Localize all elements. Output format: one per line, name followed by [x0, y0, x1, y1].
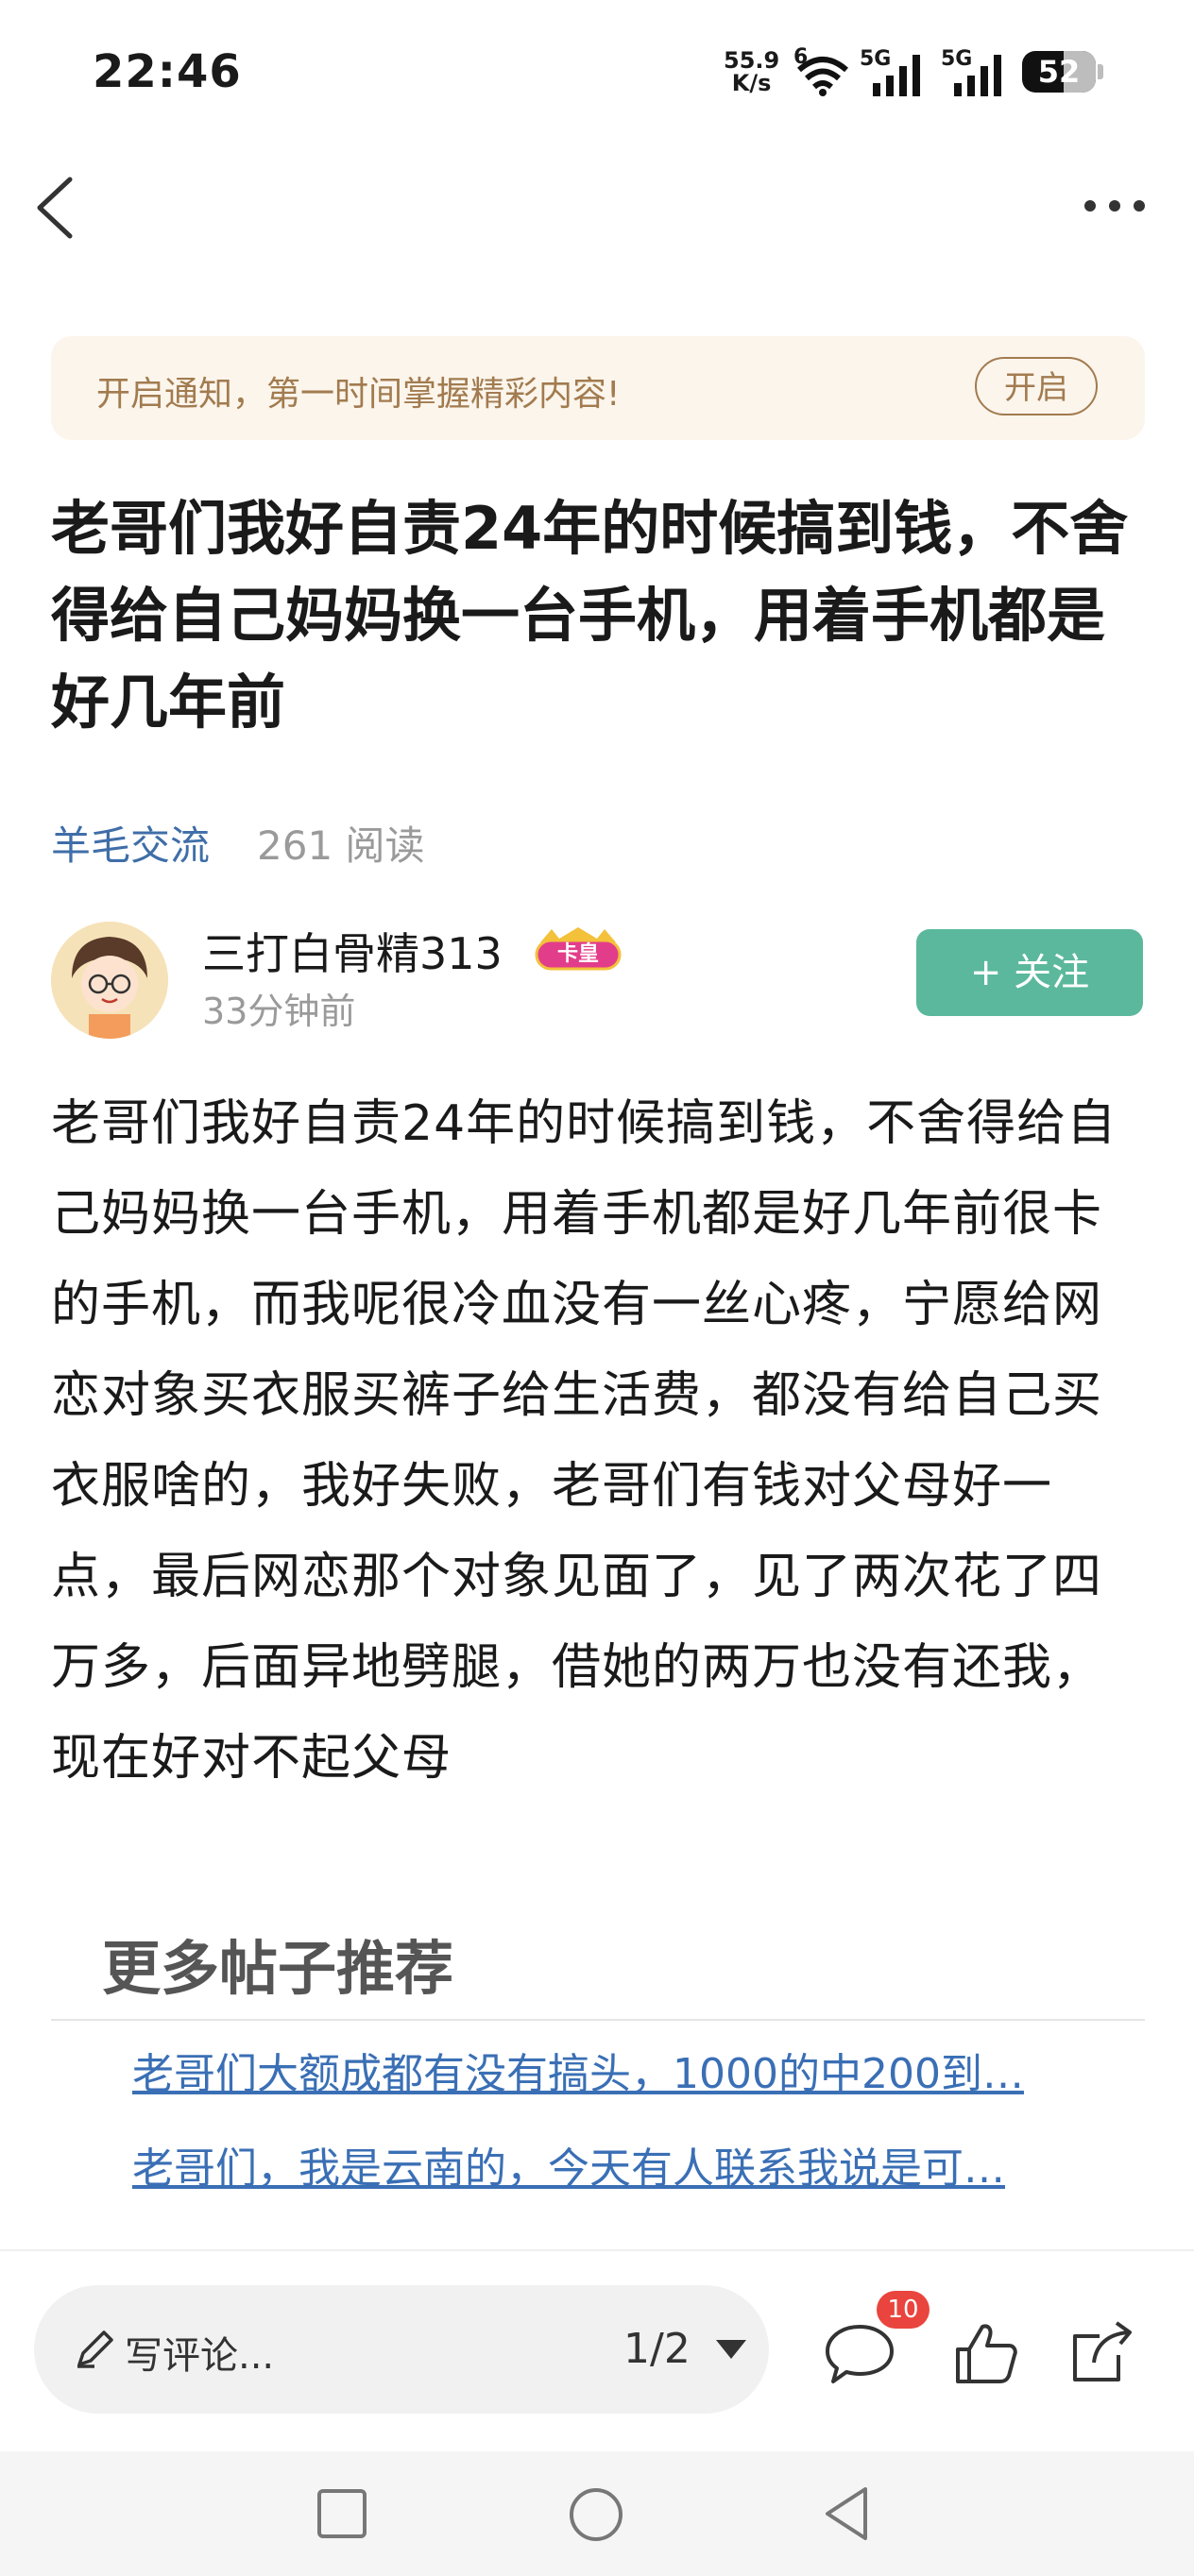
page-indicator[interactable]: 1/2 — [623, 2325, 691, 2373]
signal2-icon — [954, 55, 1001, 96]
post-time: 33分钟前 — [202, 991, 356, 1032]
back-arrow-icon[interactable] — [28, 170, 85, 246]
battery-tip — [1098, 64, 1103, 79]
like-icon[interactable] — [947, 2313, 1026, 2393]
post-body: 老哥们我好自责24年的时候搞到钱，不舍得给自己妈妈换一台手机，用着手机都是好几年… — [51, 1095, 1117, 1787]
recommended-post-link[interactable]: 老哥们，我是云南的，今天有人联系我说是可… — [132, 2134, 1096, 2195]
category-link[interactable]: 羊毛交流 — [51, 814, 210, 872]
more-options-icon[interactable] — [1077, 187, 1152, 225]
post-title: 老哥们我好自责24年的时候搞到钱，不舍得给自己妈妈换一台手机，用着手机都是好几年… — [51, 494, 1129, 737]
follow-button[interactable]: + 关注 — [916, 929, 1143, 1016]
comment-placeholder: 写评论... — [125, 2334, 275, 2378]
network-speed-unit: K/s — [731, 70, 772, 96]
badge-label: 卡皇 — [556, 942, 599, 966]
divider — [51, 2019, 1145, 2021]
home-icon[interactable] — [567, 2485, 625, 2544]
comment-input[interactable]: 写评论... 1/2 — [34, 2285, 769, 2414]
read-count: 261 阅读 — [257, 822, 425, 869]
wifi-sub-label: 6 — [793, 45, 809, 69]
notification-text: 开启通知，第一时间掌握精彩内容! — [96, 375, 621, 414]
network-speed-value: 55.9 — [724, 47, 780, 74]
avatar[interactable] — [51, 922, 168, 1039]
enable-notification-button[interactable]: 开启 — [975, 357, 1098, 415]
notification-banner: 开启通知，第一时间掌握精彩内容! 开启 — [51, 336, 1145, 440]
network-speed: 55.9 K/s — [724, 49, 779, 94]
battery-level: 52 — [1037, 54, 1081, 90]
signal1-icon — [873, 55, 920, 96]
recommended-post-link[interactable]: 老哥们大额成都有没有搞头，1000的中200到… — [132, 2040, 1096, 2100]
status-time: 22:46 — [93, 45, 242, 98]
battery-icon: 52 — [1022, 51, 1096, 93]
caret-down-icon[interactable] — [716, 2340, 746, 2359]
author-name[interactable]: 三打白骨精313 — [202, 920, 503, 982]
recent-apps-icon[interactable] — [316, 2487, 368, 2540]
share-icon[interactable] — [1062, 2313, 1141, 2393]
comment-count-badge: 10 — [877, 2291, 930, 2329]
recommend-section-title: 更多帖子推荐 — [102, 1934, 454, 2003]
avatar-illustration — [51, 922, 168, 1039]
pencil-icon — [77, 2330, 113, 2368]
back-nav-icon[interactable] — [820, 2483, 877, 2544]
author-badge: 卡皇 — [531, 925, 625, 973]
